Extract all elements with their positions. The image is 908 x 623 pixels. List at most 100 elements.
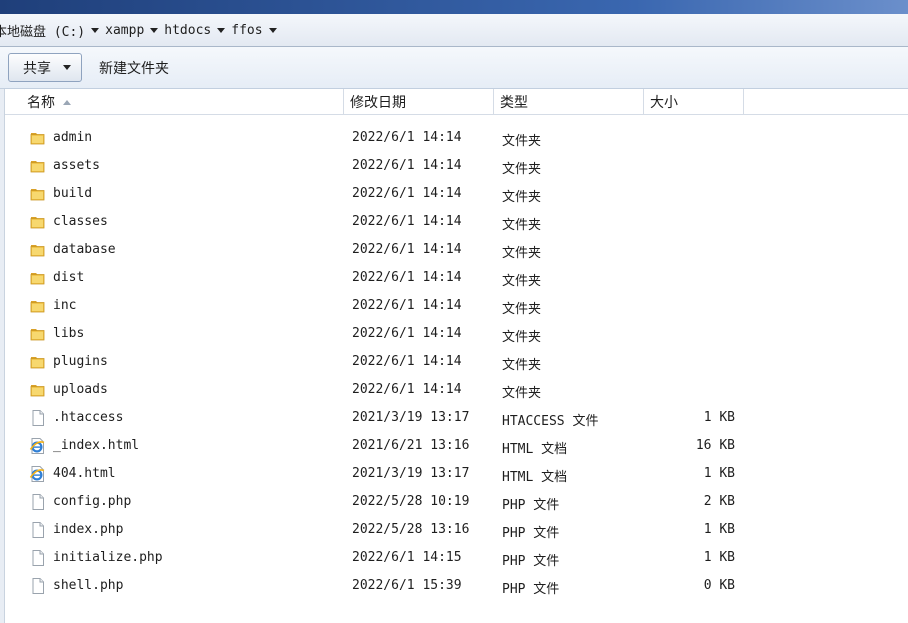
window-titlebar xyxy=(0,0,908,14)
file-name: admin xyxy=(53,130,93,145)
file-type: 文件夹 xyxy=(502,302,542,317)
file-name: classes xyxy=(53,214,108,229)
column-header-date[interactable]: 修改日期 xyxy=(344,89,494,115)
file-size: 0 KB xyxy=(703,578,735,593)
column-header-name[interactable]: 名称 xyxy=(21,89,344,115)
file-row[interactable]: database 2022/6/1 14:14 文件夹 xyxy=(5,236,908,264)
file-type: PHP 文件 xyxy=(502,526,560,541)
address-bar[interactable]: 本地磁盘 (C:) xampp htdocs ffos xyxy=(0,14,908,47)
file-modified-date: 2022/6/1 14:15 xyxy=(352,550,462,565)
column-header-type[interactable]: 类型 xyxy=(494,89,644,115)
file-type: PHP 文件 xyxy=(502,554,560,569)
file-type: PHP 文件 xyxy=(502,582,560,597)
file-name: build xyxy=(53,186,93,201)
file-type: 文件夹 xyxy=(502,190,542,205)
file-icon xyxy=(29,493,47,511)
file-size: 16 KB xyxy=(695,438,735,453)
file-row[interactable]: _index.html 2021/6/21 13:16 HTML 文档 16 KB xyxy=(5,432,908,460)
breadcrumb-label: xampp xyxy=(105,22,145,38)
ie-html-icon xyxy=(29,465,47,483)
file-name: index.php xyxy=(53,522,124,537)
file-row[interactable]: build 2022/6/1 14:14 文件夹 xyxy=(5,180,908,208)
share-button[interactable]: 共享 xyxy=(8,53,82,82)
column-label: 大小 xyxy=(650,95,678,111)
file-modified-date: 2021/3/19 13:17 xyxy=(352,410,470,425)
file-size: 1 KB xyxy=(703,410,735,425)
file-row[interactable]: libs 2022/6/1 14:14 文件夹 xyxy=(5,320,908,348)
folder-icon xyxy=(29,129,47,147)
folder-icon xyxy=(29,297,47,315)
file-type: 文件夹 xyxy=(502,134,542,149)
breadcrumb-label: ffos xyxy=(231,22,263,38)
file-type: HTML 文档 xyxy=(502,442,568,457)
column-header: 名称 修改日期 类型 大小 xyxy=(5,89,908,115)
new-folder-label: 新建文件夹 xyxy=(99,60,169,77)
file-row[interactable]: assets 2022/6/1 14:14 文件夹 xyxy=(5,152,908,180)
file-row[interactable]: dist 2022/6/1 14:14 文件夹 xyxy=(5,264,908,292)
file-size: 2 KB xyxy=(703,494,735,509)
file-row[interactable]: config.php 2022/5/28 10:19 PHP 文件 2 KB xyxy=(5,488,908,516)
file-name: plugins xyxy=(53,354,108,369)
folder-icon xyxy=(29,269,47,287)
file-name: assets xyxy=(53,158,100,173)
file-size: 1 KB xyxy=(703,550,735,565)
file-name: 404.html xyxy=(53,466,116,481)
column-label: 类型 xyxy=(500,95,528,111)
folder-icon xyxy=(29,353,47,371)
file-modified-date: 2022/6/1 14:14 xyxy=(352,298,462,313)
file-type: 文件夹 xyxy=(502,330,542,345)
file-modified-date: 2022/6/1 14:14 xyxy=(352,214,462,229)
file-row[interactable]: classes 2022/6/1 14:14 文件夹 xyxy=(5,208,908,236)
chevron-down-icon[interactable] xyxy=(91,27,100,33)
file-type: 文件夹 xyxy=(502,386,542,401)
folder-icon xyxy=(29,381,47,399)
column-label: 修改日期 xyxy=(350,95,406,111)
breadcrumb-item-htdocs[interactable]: htdocs xyxy=(164,23,231,38)
file-name: libs xyxy=(53,326,85,341)
chevron-down-icon xyxy=(63,65,71,70)
file-modified-date: 2022/5/28 13:16 xyxy=(352,522,470,537)
file-name: shell.php xyxy=(53,578,124,593)
new-folder-button[interactable]: 新建文件夹 xyxy=(92,53,176,82)
breadcrumb-label: htdocs xyxy=(164,22,212,38)
folder-icon xyxy=(29,241,47,259)
file-name: inc xyxy=(53,298,77,313)
file-type: 文件夹 xyxy=(502,274,542,289)
file-row[interactable]: 404.html 2021/3/19 13:17 HTML 文档 1 KB xyxy=(5,460,908,488)
file-name: config.php xyxy=(53,494,132,509)
file-row[interactable]: uploads 2022/6/1 14:14 文件夹 xyxy=(5,376,908,404)
file-icon xyxy=(29,577,47,595)
file-row[interactable]: index.php 2022/5/28 13:16 PHP 文件 1 KB xyxy=(5,516,908,544)
file-list: admin 2022/6/1 14:14 文件夹 assets 2022/6/1 14:… xyxy=(5,124,908,600)
file-row[interactable]: initialize.php 2022/6/1 14:15 PHP 文件 1 KB xyxy=(5,544,908,572)
file-name: initialize.php xyxy=(53,550,163,565)
file-modified-date: 2022/6/1 14:14 xyxy=(352,382,462,397)
file-icon xyxy=(29,549,47,567)
ie-html-icon xyxy=(29,437,47,455)
file-modified-date: 2022/5/28 10:19 xyxy=(352,494,470,509)
chevron-down-icon[interactable] xyxy=(150,27,159,33)
breadcrumb-item-xampp[interactable]: xampp xyxy=(105,23,164,38)
file-modified-date: 2021/6/21 13:16 xyxy=(352,438,470,453)
file-name: database xyxy=(53,242,116,257)
file-row[interactable]: .htaccess 2021/3/19 13:17 HTACCESS 文件 1 KB xyxy=(5,404,908,432)
chevron-down-icon[interactable] xyxy=(217,27,226,33)
file-icon xyxy=(29,521,47,539)
breadcrumb-item-drive[interactable]: 本地磁盘 (C:) xyxy=(0,21,105,40)
share-label: 共享 xyxy=(23,60,51,77)
file-type: HTML 文档 xyxy=(502,470,568,485)
file-modified-date: 2022/6/1 14:14 xyxy=(352,270,462,285)
file-name: uploads xyxy=(53,382,108,397)
file-row[interactable]: plugins 2022/6/1 14:14 文件夹 xyxy=(5,348,908,376)
breadcrumb-label: 本地磁盘 (C:) xyxy=(0,24,86,40)
file-row[interactable]: inc 2022/6/1 14:14 文件夹 xyxy=(5,292,908,320)
column-header-size[interactable]: 大小 xyxy=(644,89,744,115)
file-row[interactable]: admin 2022/6/1 14:14 文件夹 xyxy=(5,124,908,152)
file-size: 1 KB xyxy=(703,466,735,481)
file-size: 1 KB xyxy=(703,522,735,537)
chevron-down-icon[interactable] xyxy=(268,27,277,33)
file-row[interactable]: shell.php 2022/6/1 15:39 PHP 文件 0 KB xyxy=(5,572,908,600)
breadcrumb-item-ffos[interactable]: ffos xyxy=(231,23,282,38)
file-modified-date: 2022/6/1 14:14 xyxy=(352,186,462,201)
file-modified-date: 2022/6/1 14:14 xyxy=(352,354,462,369)
